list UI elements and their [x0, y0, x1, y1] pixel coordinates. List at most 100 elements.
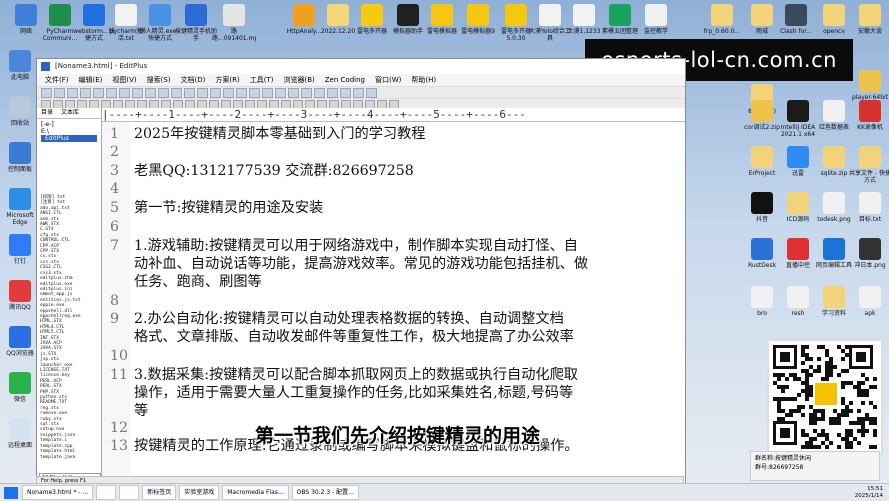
toolbar-button-icon[interactable]: [197, 87, 208, 98]
toolbar-button-icon[interactable]: [236, 87, 247, 98]
qr-module: [777, 401, 781, 405]
toolbar-button-icon[interactable]: [340, 87, 351, 98]
toolbar-button-icon[interactable]: [158, 87, 169, 98]
qr-module: [869, 417, 873, 421]
toolbar-button-icon[interactable]: [145, 87, 156, 98]
menu-item[interactable]: 文档(D): [181, 74, 206, 86]
qr-module: [841, 357, 845, 361]
app-icon: [787, 286, 809, 308]
app-icon: [115, 4, 137, 26]
taskbar-item[interactable]: Noname3.html * - ...: [22, 485, 94, 500]
qr-module: [845, 445, 849, 449]
folder-editplus[interactable]: EditPlus: [41, 135, 97, 142]
qr-module: [849, 445, 853, 449]
qr-module: [809, 373, 813, 377]
menu-item[interactable]: 工具(T): [250, 74, 274, 86]
toolbar-button-icon[interactable]: [93, 87, 104, 98]
toolbar-button-icon[interactable]: [288, 87, 299, 98]
qr-module: [777, 385, 781, 389]
desktop-icon[interactable]: apk: [848, 286, 889, 317]
toolbar-button-icon[interactable]: [41, 87, 52, 98]
taskbar-item[interactable]: [96, 485, 117, 500]
file-list[interactable]: [权限] txt [注意] txt ado.api.txt ANSI.CTL asm.s…: [37, 193, 101, 462]
menu-item[interactable]: 浏览器(B): [284, 74, 315, 86]
group-notification[interactable]: 群名称:按键精灵休闲 群号:826697258: [750, 451, 880, 481]
menu-item[interactable]: 方案(R): [215, 74, 239, 86]
qr-module: [781, 389, 785, 393]
desktop-icon[interactable]: 冲日本.png: [848, 238, 889, 269]
toolbar-button-icon[interactable]: [314, 87, 325, 98]
line-number: 3: [110, 163, 120, 179]
toolbar-button-icon[interactable]: [327, 87, 338, 98]
taskbar-item[interactable]: 实验室游戏: [179, 485, 220, 500]
folder-root[interactable]: E:\: [41, 128, 97, 135]
app-icon: [859, 286, 881, 308]
toolbar-button-icon[interactable]: [106, 87, 117, 98]
toolbar-button-icon[interactable]: [80, 87, 91, 98]
toolbar-button-icon[interactable]: [171, 87, 182, 98]
toolbar-button-icon[interactable]: [353, 87, 364, 98]
file-list-item[interactable]: template.java: [40, 455, 98, 460]
desktop-icon[interactable]: player-64bit: [848, 70, 889, 101]
app-icon: [645, 4, 667, 26]
toolbar-button-icon[interactable]: [67, 87, 78, 98]
system-clock[interactable]: 15:51 2025/1/14: [855, 486, 889, 500]
qr-module: [801, 405, 805, 409]
taskbar-item[interactable]: 新标签页: [142, 485, 177, 500]
desktop-icon[interactable]: KK录像机: [848, 100, 889, 131]
directory-pane[interactable]: 目录 文本库 [-e-] E:\ EditPlus [权限] txt [注意] t…: [37, 108, 102, 486]
toolbar-button-icon[interactable]: [301, 87, 312, 98]
main-toolbar: [37, 86, 685, 98]
desktop-icon[interactable]: 监控教学: [634, 4, 678, 35]
qr-module: [813, 421, 817, 425]
desktop-icon[interactable]: frp_0.60.0...: [700, 4, 744, 35]
qr-module: [809, 357, 813, 361]
desktop-icon[interactable]: 安徽大谈: [848, 4, 889, 35]
qr-module: [861, 389, 865, 393]
qr-module: [809, 421, 813, 425]
toolbar-button-icon[interactable]: [249, 87, 260, 98]
toolbar-button-icon[interactable]: [54, 87, 65, 98]
qr-module: [821, 417, 825, 421]
toolbar-button-icon[interactable]: [262, 87, 273, 98]
toolbar-button-icon[interactable]: [184, 87, 195, 98]
drive-label: [-e-]: [41, 121, 54, 128]
qr-module: [829, 357, 833, 361]
qr-module: [801, 349, 805, 353]
start-button[interactable]: [4, 486, 18, 499]
editor-line: 9 2.办公自动化:按键精灵可以自动处理表格数据的转换、自动调整文档: [110, 310, 564, 328]
qr-module: [865, 413, 869, 417]
desktop-icon[interactable]: 共享文件 - 快捷方式: [848, 146, 889, 184]
desktop-icon[interactable]: 路路...091401.mp4: [212, 4, 256, 42]
desktop-icon-label: frp_0.60.0...: [703, 28, 741, 35]
menu-item[interactable]: 帮助(H): [411, 74, 436, 86]
taskbar-item[interactable]: [119, 485, 140, 500]
editor-line: 2: [110, 143, 134, 161]
desktop-icon[interactable]: 目标.txt: [848, 192, 889, 223]
menu-item[interactable]: 窗口(W): [375, 74, 401, 86]
menu-item[interactable]: 搜索(S): [147, 74, 171, 86]
qr-module: [801, 361, 805, 365]
menu-item[interactable]: Zen Coding: [325, 74, 365, 86]
menu-item[interactable]: 视图(V): [112, 74, 136, 86]
toolbar-button-icon[interactable]: [132, 87, 143, 98]
menu-item[interactable]: 编辑(E): [79, 74, 103, 86]
taskbar-item[interactable]: OBS 30.2.3 - 配置...: [291, 485, 359, 500]
app-icon: [573, 4, 595, 26]
qr-module: [821, 345, 825, 349]
tab-directory[interactable]: 目录: [37, 108, 57, 118]
toolbar-button-icon[interactable]: [210, 87, 221, 98]
taskbar-item[interactable]: Macromedia Flas...: [222, 485, 289, 500]
drive-selector[interactable]: [-e-] E:\ EditPlus: [37, 119, 101, 145]
window-titlebar[interactable]: [Noname3.html] - EditPlus: [37, 59, 685, 74]
toolbar-button-icon[interactable]: [275, 87, 286, 98]
qr-code: [767, 339, 883, 455]
toolbar-button-icon[interactable]: [119, 87, 130, 98]
desktop-icon-label: 冲日本.png: [854, 262, 886, 269]
toolbar-button-icon[interactable]: [366, 87, 377, 98]
menu-item[interactable]: 文件(F): [45, 74, 69, 86]
toolbar-button-icon[interactable]: [223, 87, 234, 98]
tab-cliptext[interactable]: 文本库: [57, 108, 83, 118]
app-icon: [859, 192, 881, 214]
qr-module: [849, 421, 853, 425]
